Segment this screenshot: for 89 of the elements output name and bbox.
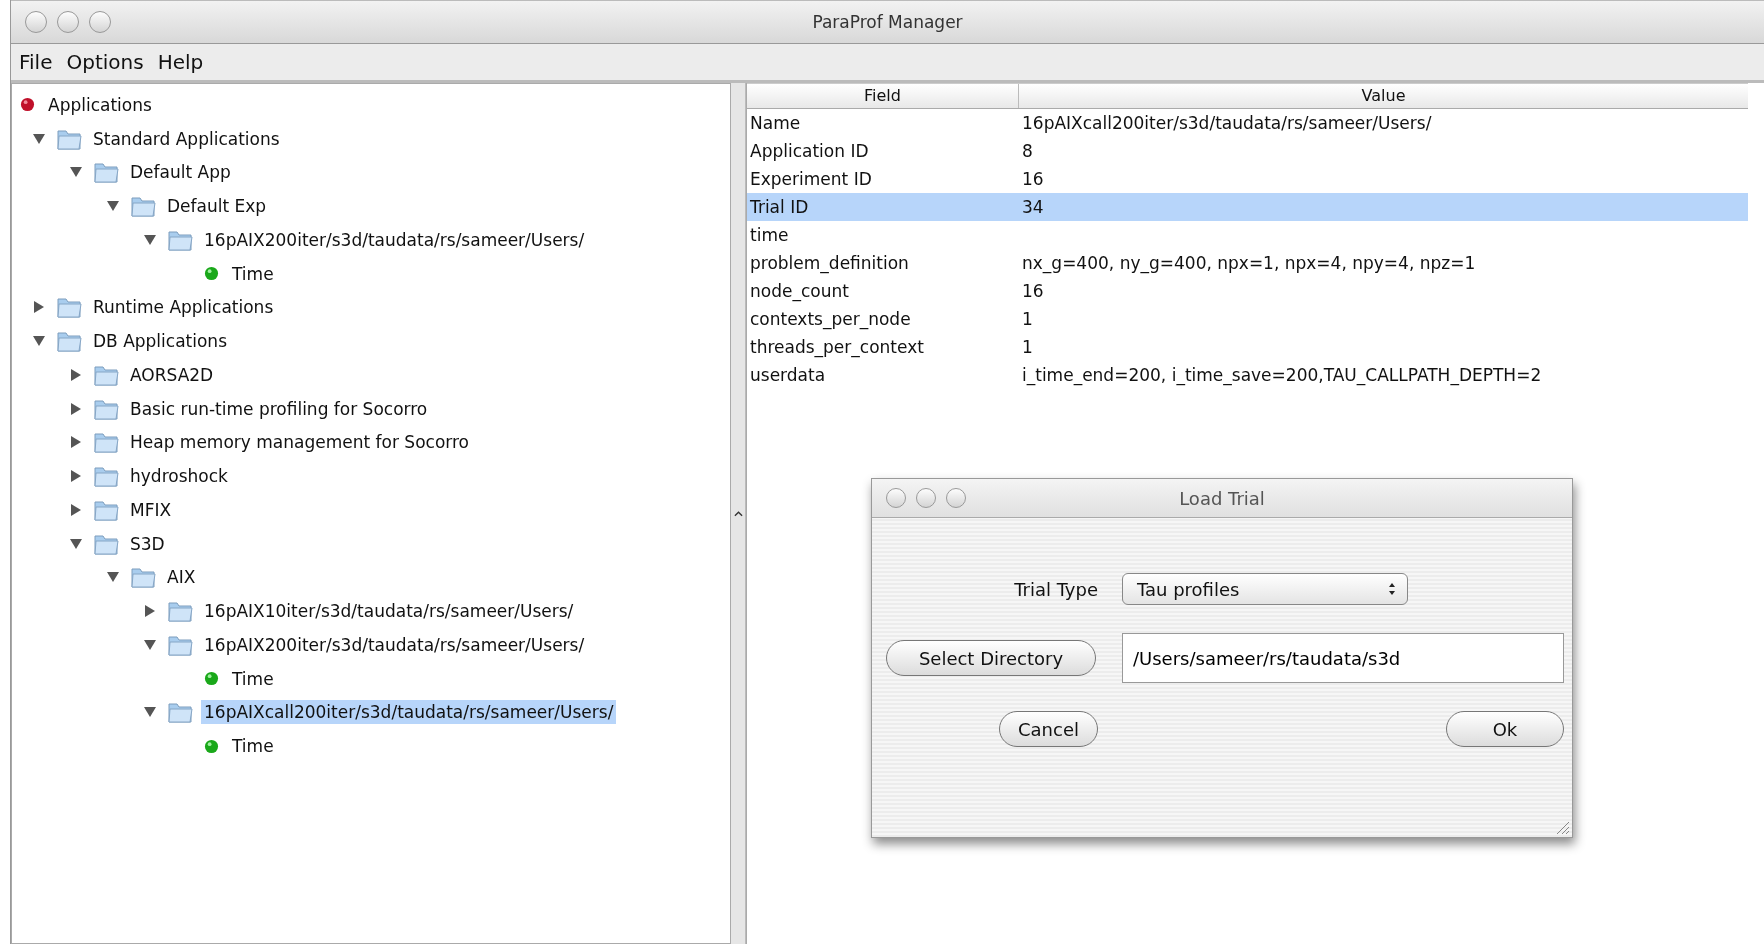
field-label: Trial Type	[1014, 578, 1098, 600]
ok-button[interactable]: Ok	[1446, 711, 1564, 747]
metric-ball-icon	[204, 738, 219, 754]
table-cell-text: 1	[1021, 337, 1034, 357]
tree-item[interactable]: Time	[229, 666, 277, 691]
table-cell-text: 8	[1021, 141, 1034, 161]
table-cell-text: Experiment ID	[749, 169, 873, 189]
folder-icon	[93, 430, 119, 455]
table-cell-text: 34	[1021, 197, 1045, 217]
tree-item[interactable]: hydroshock	[127, 464, 231, 489]
table-row[interactable]: Name 16pAIXcall200iter/s3d/taudata/rs/sameer/Users/	[747, 109, 1748, 137]
tree-item[interactable]: Runtime Applications	[90, 295, 277, 320]
tree-item[interactable]: S3D	[127, 531, 168, 556]
expand-toggle-icon[interactable]	[69, 367, 83, 382]
table-cell-text: 16	[1021, 169, 1045, 189]
expand-toggle-icon[interactable]	[69, 502, 83, 517]
tree-item[interactable]: Applications	[45, 92, 155, 117]
tree-item[interactable]: 16pAIX10iter/s3d/taudata/rs/sameer/Users/	[201, 599, 577, 624]
menu-item[interactable]: File	[19, 50, 53, 74]
collapse-caret-icon[interactable]	[733, 510, 743, 517]
folder-icon	[167, 599, 193, 624]
cancel-button[interactable]: Cancel	[999, 711, 1098, 747]
table-cell-text: time	[749, 225, 790, 245]
table-row[interactable]: node_count 16	[747, 277, 1748, 305]
expand-toggle-icon[interactable]	[143, 232, 157, 247]
table-cell-text: problem_definition	[749, 253, 910, 273]
table-cell-text: userdata	[749, 365, 827, 385]
column-header[interactable]: Field	[747, 84, 1019, 108]
expand-toggle-icon[interactable]	[32, 131, 46, 146]
expand-toggle-icon[interactable]	[69, 536, 83, 551]
window-title: ParaProf Manager	[812, 12, 963, 32]
expand-toggle-icon[interactable]	[69, 435, 83, 450]
tree-item[interactable]: AIX	[164, 565, 199, 590]
table-cell-text: node_count	[749, 281, 850, 301]
tree-item[interactable]: Default App	[127, 160, 234, 185]
tree-item[interactable]: Time	[229, 734, 277, 759]
table-row[interactable]: problem_definition nx_g=400, ny_g=400, npx=1, npx=4, npy=4, npz=1	[747, 249, 1748, 277]
tree-item[interactable]: Basic run-time profiling for Socorro	[127, 396, 431, 421]
folder-icon	[130, 565, 156, 590]
directory-field[interactable]: /Users/sameer/rs/taudata/s3d	[1122, 633, 1564, 683]
table-cell-text: nx_g=400, ny_g=400, npx=1, npx=4, npy=4, npz=1	[1021, 253, 1477, 273]
table-cell-text: threads_per_context	[749, 337, 925, 357]
table-cell-text: contexts_per_node	[749, 309, 912, 329]
folder-icon	[167, 700, 193, 725]
folder-icon	[56, 329, 82, 354]
expand-toggle-icon[interactable]	[32, 300, 46, 315]
menu-item[interactable]: Options	[66, 50, 144, 74]
expand-toggle-icon[interactable]	[69, 469, 83, 484]
tree-item[interactable]: Heap memory management for Socorro	[127, 430, 472, 455]
tree-item[interactable]: 16pAIX200iter/s3d/taudata/rs/sameer/Users/	[201, 227, 588, 252]
resize-grip-icon[interactable]	[1554, 819, 1570, 835]
table-cell-text: 1	[1021, 309, 1034, 329]
table-row[interactable]: threads_per_context 1	[747, 333, 1748, 361]
table-cell-text: Name	[749, 113, 802, 133]
folder-icon	[56, 295, 82, 320]
metric-ball-icon	[204, 671, 219, 687]
table-cell-text: 16pAIXcall200iter/s3d/taudata/rs/sameer/Users/	[1021, 113, 1433, 133]
table-cell-text: Trial ID	[749, 197, 810, 217]
table-cell-text: 16	[1021, 281, 1045, 301]
tree-item[interactable]: AORSA2D	[127, 362, 217, 387]
menu-item[interactable]: Help	[157, 50, 204, 74]
table-row[interactable]: Application ID 8	[747, 137, 1748, 165]
tree-item[interactable]: Default Exp	[164, 194, 270, 219]
expand-toggle-icon[interactable]	[69, 401, 83, 416]
table-row[interactable]: time	[747, 221, 1748, 249]
tree-item[interactable]: DB Applications	[90, 329, 230, 354]
dialog-title: Load Trial	[1179, 487, 1265, 509]
select-directory-button[interactable]: Select Directory	[886, 640, 1096, 676]
folder-icon	[93, 464, 119, 489]
table-row[interactable]: contexts_per_node 1	[747, 305, 1748, 333]
tree-item[interactable]: 16pAIXcall200iter/s3d/taudata/rs/sameer/Users/	[201, 700, 617, 725]
expand-toggle-icon[interactable]	[143, 637, 157, 652]
tree-item[interactable]: Time	[229, 261, 277, 286]
tree-item[interactable]: 16pAIX200iter/s3d/taudata/rs/sameer/Users/	[201, 632, 588, 657]
table-cell-text: i_time_end=200, i_time_save=200,TAU_CALLPATH_DEPTH=2	[1021, 365, 1543, 385]
table-cell-text: Application ID	[749, 141, 870, 161]
table-row[interactable]: userdata i_time_end=200, i_time_save=200,TAU_CALLPATH_DEPTH=2	[747, 361, 1748, 389]
column-header[interactable]: Value	[1019, 84, 1748, 108]
metric-ball-icon	[204, 266, 219, 282]
tree-item[interactable]: Standard Applications	[90, 126, 283, 151]
root-ball-icon	[20, 97, 35, 113]
table-row[interactable]: Trial ID 34	[747, 193, 1748, 221]
stepper-icon	[1387, 581, 1397, 597]
expand-toggle-icon[interactable]	[143, 604, 157, 619]
table-row[interactable]: Experiment ID 16	[747, 165, 1748, 193]
tree-item[interactable]: MFIX	[127, 497, 175, 522]
folder-icon	[93, 160, 119, 185]
trial-type-dropdown[interactable]: Tau profiles	[1122, 573, 1408, 605]
folder-icon	[130, 194, 156, 219]
